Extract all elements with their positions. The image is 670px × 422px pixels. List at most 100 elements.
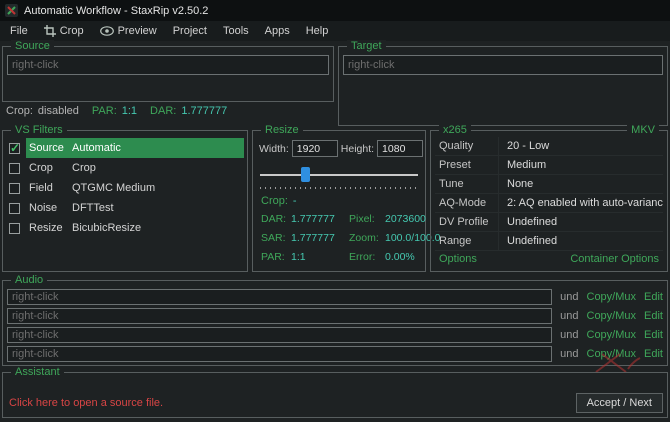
menu-apps[interactable]: Apps	[257, 21, 298, 41]
filter-checkbox[interactable]	[9, 203, 20, 214]
x265-group: x265 MKV Quality 20 - Low Preset Medium …	[430, 130, 668, 272]
filter-value: BicubicResize	[72, 222, 244, 234]
assistant-group-title: Assistant	[11, 366, 64, 379]
filter-value: Crop	[72, 162, 244, 174]
menu-tools[interactable]: Tools	[215, 21, 257, 41]
filter-list: Source Automatic Crop Crop Field QTGMC M…	[6, 138, 244, 238]
menu-bar: File Crop Preview Project Tools Apps Hel…	[0, 21, 670, 41]
edit-link[interactable]: Edit	[644, 348, 663, 360]
width-input[interactable]	[292, 140, 338, 157]
filter-row-resize[interactable]: Resize BicubicResize	[6, 218, 244, 238]
edit-link[interactable]: Edit	[644, 310, 663, 322]
filter-row-noise[interactable]: Noise DFTTest	[6, 198, 244, 218]
filter-name: Noise	[26, 202, 72, 214]
menu-crop-label: Crop	[60, 25, 84, 37]
filter-value: Automatic	[72, 142, 244, 154]
slider-thumb[interactable]	[301, 167, 310, 182]
audio-track-list: und Copy/Mux Edit und Copy/Mux Edit und …	[7, 289, 663, 362]
height-input[interactable]	[377, 140, 423, 157]
eye-icon	[100, 26, 114, 36]
audio-track-input[interactable]	[7, 346, 552, 362]
options-link[interactable]: Options	[439, 253, 477, 265]
vs-filters-group: VS Filters Source Automatic Crop Crop Fi…	[2, 130, 248, 272]
target-group: Target	[338, 46, 668, 126]
audio-group: Audio und Copy/Mux Edit und Copy/Mux Edi…	[2, 280, 668, 366]
target-input[interactable]	[343, 55, 663, 75]
menu-file-label: File	[10, 25, 28, 37]
copy-mux-link[interactable]: Copy/Mux	[587, 291, 637, 303]
edit-link[interactable]: Edit	[644, 329, 663, 341]
container-format-label[interactable]: MKV	[627, 124, 659, 137]
assistant-message[interactable]: Click here to open a source file.	[9, 397, 163, 409]
edit-link[interactable]: Edit	[644, 291, 663, 303]
filter-checkbox[interactable]	[9, 223, 20, 234]
resize-crop-line: Crop: -	[261, 195, 297, 207]
menu-apps-label: Apps	[265, 25, 290, 37]
dar-label: DAR:	[150, 105, 176, 117]
assistant-group: Assistant Click here to open a source fi…	[2, 372, 668, 418]
stat-label: Error:	[349, 251, 385, 263]
filter-value: DFTTest	[72, 202, 244, 214]
setting-name: Quality	[435, 137, 499, 155]
width-label: Width:	[259, 143, 289, 155]
copy-mux-link[interactable]: Copy/Mux	[587, 310, 637, 322]
filter-row-crop[interactable]: Crop Crop	[6, 158, 244, 178]
menu-preview[interactable]: Preview	[92, 21, 165, 41]
filter-checkbox[interactable]	[9, 163, 20, 174]
source-input[interactable]	[7, 55, 329, 75]
stat-label: Pixel:	[349, 213, 385, 225]
title-bar: Automatic Workflow - StaxRip v2.50.2	[0, 0, 670, 21]
encoder-row-range[interactable]: Range Undefined	[435, 232, 663, 251]
menu-project[interactable]: Project	[165, 21, 215, 41]
audio-track-row: und Copy/Mux Edit	[7, 327, 663, 343]
container-options-link[interactable]: Container Options	[570, 253, 659, 265]
resize-crop-label: Crop:	[261, 195, 288, 207]
audio-language: und	[560, 329, 578, 341]
dar-value: 1.777777	[181, 105, 227, 117]
stat-label: SAR:	[261, 232, 291, 244]
slider-ticks	[260, 187, 418, 189]
encoder-row-preset[interactable]: Preset Medium	[435, 156, 663, 175]
setting-name: Range	[435, 232, 499, 250]
source-info-line: Crop: disabled PAR: 1:1 DAR: 1.777777	[6, 105, 227, 117]
setting-name: DV Profile	[435, 213, 499, 231]
accept-next-button[interactable]: Accept / Next	[576, 393, 663, 413]
copy-mux-link[interactable]: Copy/Mux	[587, 348, 637, 360]
filter-name: Resize	[26, 222, 72, 234]
copy-mux-link[interactable]: Copy/Mux	[587, 329, 637, 341]
menu-help[interactable]: Help	[298, 21, 337, 41]
audio-language: und	[560, 348, 578, 360]
filter-row-field[interactable]: Field QTGMC Medium	[6, 178, 244, 198]
filter-row-source[interactable]: Source Automatic	[6, 138, 244, 158]
encoder-row-quality[interactable]: Quality 20 - Low	[435, 137, 663, 156]
menu-crop[interactable]: Crop	[36, 21, 92, 41]
audio-language: und	[560, 310, 578, 322]
filter-checkbox[interactable]	[9, 183, 20, 194]
audio-track-input[interactable]	[7, 327, 552, 343]
resize-slider[interactable]	[260, 167, 418, 182]
filter-checkbox[interactable]	[9, 143, 20, 154]
encoder-row-aq-mode[interactable]: AQ-Mode 2: AQ enabled with auto-variance	[435, 194, 663, 213]
encoder-row-tune[interactable]: Tune None	[435, 175, 663, 194]
source-group: Source	[2, 46, 334, 102]
resize-stats: DAR: 1.777777 Pixel: 2073600 SAR: 1.7777…	[261, 213, 423, 263]
crop-state-label: Crop:	[6, 105, 33, 117]
audio-track-row: und Copy/Mux Edit	[7, 289, 663, 305]
stat-label: PAR:	[261, 251, 291, 263]
slider-track[interactable]	[260, 174, 418, 176]
vs-filters-group-title: VS Filters	[11, 124, 67, 137]
setting-value: 2: AQ enabled with auto-variance	[499, 197, 663, 209]
crop-state-value: disabled	[38, 105, 79, 117]
encoder-row-dv-profile[interactable]: DV Profile Undefined	[435, 213, 663, 232]
source-group-title: Source	[11, 40, 54, 53]
filter-name: Source	[26, 142, 72, 154]
encoder-settings-table: Quality 20 - Low Preset Medium Tune None…	[435, 137, 663, 251]
resize-group: Resize Width: Height: Crop: - DAR: 1.777…	[252, 130, 426, 272]
filter-name: Crop	[26, 162, 72, 174]
target-group-title: Target	[347, 40, 386, 53]
menu-file[interactable]: File	[2, 21, 36, 41]
height-label: Height:	[341, 143, 374, 155]
audio-track-input[interactable]	[7, 289, 552, 305]
menu-preview-label: Preview	[118, 25, 157, 37]
audio-track-input[interactable]	[7, 308, 552, 324]
